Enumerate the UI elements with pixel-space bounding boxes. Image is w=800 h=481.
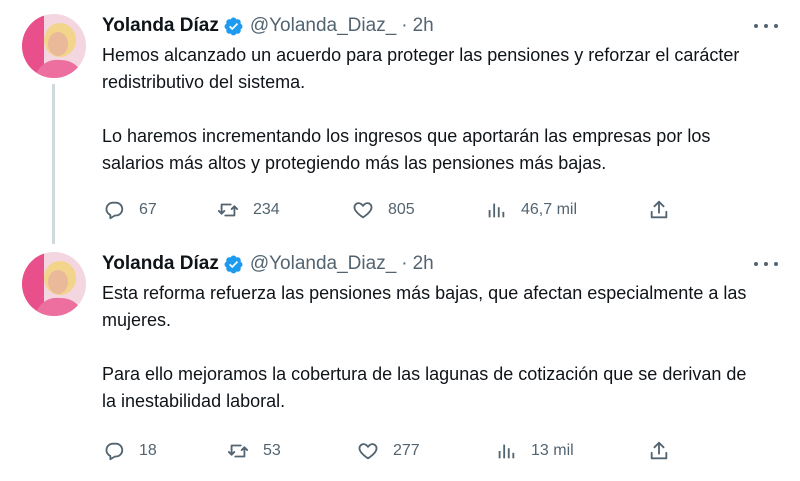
verified-icon: [223, 16, 244, 37]
tweet-header: Yolanda Díaz @Yolanda_Diaz_ · 2h: [102, 13, 434, 39]
heart-icon: [353, 202, 373, 219]
author-handle[interactable]: @Yolanda_Diaz_: [250, 15, 396, 37]
tweet-paragraph: Esta reforma refuerza las pensiones más …: [102, 283, 747, 330]
tweet-paragraph: Hemos alcanzado un acuerdo para proteger…: [102, 45, 740, 92]
reply-count: 18: [139, 442, 157, 459]
retweet-count: 53: [263, 442, 281, 459]
share-button[interactable]: [648, 437, 670, 465]
share-icon: [650, 200, 668, 219]
avatar[interactable]: [22, 14, 86, 78]
tweet-text: Hemos alcanzado un acuerdo para proteger…: [102, 42, 762, 177]
tweet-header: Yolanda Díaz @Yolanda_Diaz_ · 2h: [102, 251, 434, 277]
separator: ·: [401, 253, 408, 274]
views-button[interactable]: 13 mil: [495, 437, 574, 465]
tweet-text: Esta reforma refuerza las pensiones más …: [102, 280, 762, 415]
views-icon: [498, 444, 515, 459]
views-count: 46,7 mil: [521, 201, 578, 218]
reply-button[interactable]: 18: [103, 437, 157, 465]
tweet-actions: 18 53 277 13 mil: [100, 437, 680, 465]
timestamp[interactable]: 2h: [413, 253, 434, 275]
like-button[interactable]: 805: [352, 196, 415, 224]
like-count: 277: [393, 442, 420, 459]
like-button[interactable]: 277: [357, 437, 420, 465]
heart-icon: [358, 443, 378, 460]
more-icon[interactable]: [754, 16, 778, 36]
views-count: 13 mil: [531, 442, 574, 459]
retweet-button[interactable]: 53: [227, 437, 281, 465]
avatar[interactable]: [22, 252, 86, 316]
like-count: 805: [388, 201, 415, 218]
author-name[interactable]: Yolanda Díaz: [102, 253, 219, 275]
thread-connector: [52, 84, 55, 244]
reply-icon: [105, 201, 124, 220]
retweet-icon: [217, 203, 239, 217]
share-button[interactable]: [648, 196, 670, 224]
retweet-icon: [227, 444, 249, 458]
verified-icon: [223, 254, 244, 275]
tweet-actions: 67 234 805 46,7 mil: [100, 196, 680, 224]
tweet[interactable]: Yolanda Díaz @Yolanda_Diaz_ · 2h Esta re…: [0, 238, 800, 481]
tweet-paragraph: Lo haremos incrementando los ingresos qu…: [102, 126, 711, 173]
tweet[interactable]: Yolanda Díaz @Yolanda_Diaz_ · 2h Hemos a…: [0, 0, 800, 244]
timestamp[interactable]: 2h: [413, 15, 434, 37]
tweet-paragraph: Para ello mejoramos la cobertura de las …: [102, 364, 747, 411]
reply-count: 67: [139, 201, 157, 218]
author-handle[interactable]: @Yolanda_Diaz_: [250, 253, 396, 275]
author-name[interactable]: Yolanda Díaz: [102, 15, 219, 37]
separator: ·: [401, 15, 408, 36]
views-button[interactable]: 46,7 mil: [485, 196, 577, 224]
retweet-button[interactable]: 234: [217, 196, 280, 224]
reply-button[interactable]: 67: [103, 196, 157, 224]
views-icon: [488, 203, 505, 218]
more-icon[interactable]: [754, 254, 778, 274]
share-icon: [650, 441, 668, 460]
retweet-count: 234: [253, 201, 280, 218]
reply-icon: [105, 442, 124, 461]
